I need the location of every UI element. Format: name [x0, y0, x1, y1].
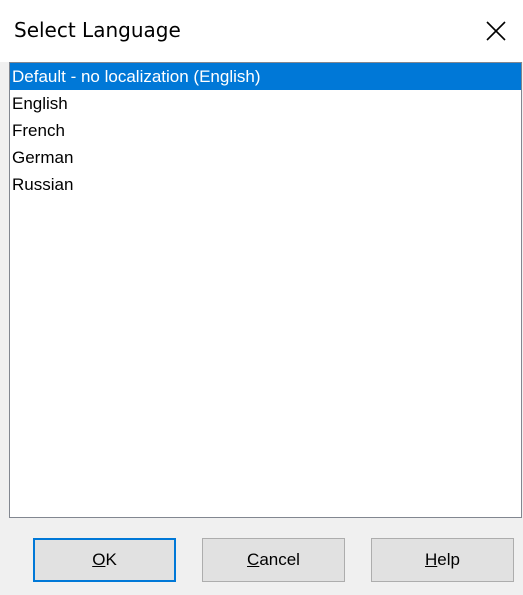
- close-icon: [486, 21, 506, 41]
- language-item-default[interactable]: Default - no localization (English): [10, 63, 521, 90]
- close-button[interactable]: [469, 0, 523, 62]
- select-language-dialog: Select Language Default - no localizatio…: [0, 0, 523, 595]
- help-button[interactable]: Help: [371, 538, 514, 582]
- cancel-button-label: Cancel: [247, 550, 300, 569]
- title-bar: Select Language: [0, 0, 523, 62]
- language-item-russian[interactable]: Russian: [10, 171, 521, 198]
- dialog-title: Select Language: [14, 18, 181, 42]
- language-item-french[interactable]: French: [10, 117, 521, 144]
- help-button-label: Help: [425, 550, 460, 569]
- ok-button[interactable]: OK: [33, 538, 176, 582]
- ok-button-label: OK: [92, 550, 117, 569]
- language-listbox[interactable]: Default - no localization (English) Engl…: [9, 62, 522, 518]
- cancel-button[interactable]: Cancel: [202, 538, 345, 582]
- language-item-german[interactable]: German: [10, 144, 521, 171]
- language-item-english[interactable]: English: [10, 90, 521, 117]
